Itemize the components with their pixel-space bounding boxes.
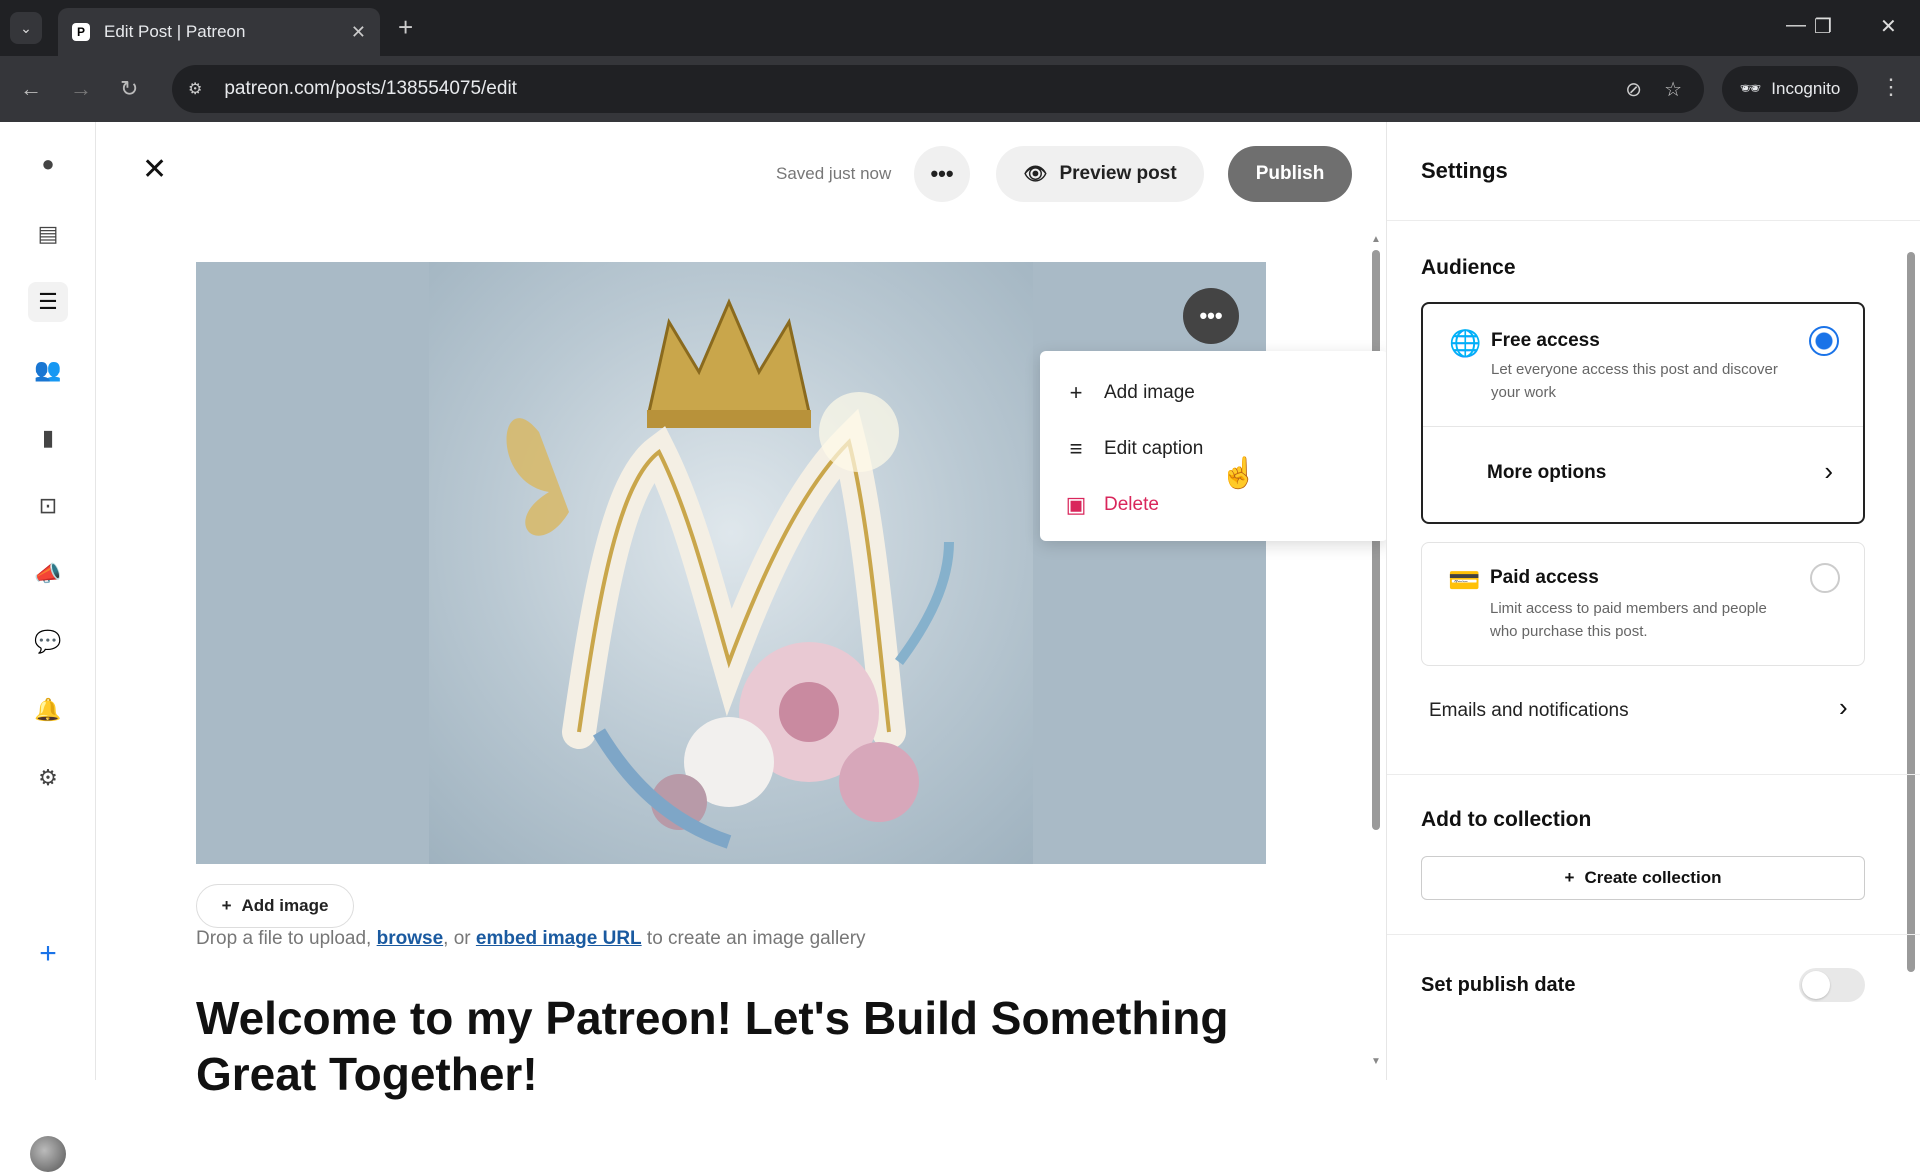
- create-collection-label: Create collection: [1584, 868, 1722, 887]
- image-delete-icon: ▣: [1065, 492, 1087, 517]
- post-title[interactable]: Welcome to my Patreon! Let's Build Somet…: [196, 990, 1296, 1102]
- posts-library-icon[interactable]: ☰: [28, 282, 68, 322]
- settings-scrollbar-thumb[interactable]: [1907, 252, 1915, 972]
- drop-text: Drop a file to upload,: [196, 928, 377, 949]
- settings-panel: Settings Audience 🌐 Free access Let ever…: [1386, 122, 1920, 1080]
- more-options-label[interactable]: More options: [1487, 462, 1606, 484]
- plus-icon: +: [221, 896, 232, 915]
- tab-close-icon[interactable]: ✕: [351, 22, 366, 43]
- app-sidebar: ● ▤ ☰ 👥 ▮ ⊡ 📣 💬 🔔 ⚙ +: [0, 122, 96, 1172]
- publish-date-toggle[interactable]: [1799, 968, 1865, 1002]
- divider: [1423, 426, 1863, 427]
- free-access-title: Free access: [1491, 330, 1600, 351]
- settings-gear-icon[interactable]: ⚙: [28, 758, 68, 798]
- close-editor-icon[interactable]: ✕: [142, 152, 167, 187]
- embed-image-url-link[interactable]: embed image URL: [476, 928, 642, 949]
- notifications-bell-icon[interactable]: 🔔: [28, 690, 68, 730]
- create-collection-button[interactable]: + Create collection: [1421, 856, 1865, 900]
- eye-off-icon[interactable]: ⊘: [1625, 77, 1642, 102]
- emails-notifications-link[interactable]: Emails and notifications: [1429, 700, 1629, 722]
- set-publish-date-label: Set publish date: [1421, 974, 1576, 996]
- drop-text: , or: [443, 928, 476, 949]
- image-context-menu: + Add image ≡ Edit caption ▣ Delete: [1040, 351, 1388, 541]
- free-access-radio[interactable]: [1809, 326, 1839, 356]
- patreon-favicon-icon: P: [72, 23, 90, 41]
- omnibox[interactable]: ⚙ patreon.com/posts/138554075/edit ⊘ ☆: [172, 65, 1704, 113]
- plus-icon: +: [1069, 380, 1083, 405]
- saved-status: Saved just now: [776, 164, 892, 183]
- reload-icon[interactable]: ↻: [120, 76, 138, 102]
- dashboard-icon[interactable]: ▤: [28, 214, 68, 254]
- image-options-button[interactable]: •••: [1183, 288, 1239, 344]
- add-image-label: Add image: [241, 896, 329, 915]
- insights-chart-icon[interactable]: ▮: [28, 418, 68, 458]
- divider: [1387, 774, 1920, 775]
- promotions-megaphone-icon[interactable]: 📣: [28, 554, 68, 594]
- url-text[interactable]: patreon.com/posts/138554075/edit: [224, 78, 1625, 100]
- paid-access-icon: 💳: [1448, 565, 1481, 595]
- menu-item-edit-caption[interactable]: ≡ Edit caption: [1040, 421, 1388, 477]
- menu-item-label: Edit caption: [1104, 438, 1204, 459]
- incognito-label: Incognito: [1771, 79, 1841, 98]
- add-to-collection-title: Add to collection: [1421, 808, 1592, 831]
- back-icon[interactable]: ←: [20, 76, 42, 102]
- browser-tab-bar: ⌄ P Edit Post | Patreon ✕ + — ❐ ✕: [0, 0, 1920, 56]
- avatar[interactable]: [30, 1136, 66, 1172]
- incognito-badge[interactable]: 🕶 Incognito: [1722, 66, 1858, 112]
- preview-label: Preview post: [1059, 163, 1177, 184]
- minimize-icon[interactable]: —: [1786, 14, 1806, 37]
- post-editor: ✕ Saved just now ••• 👁 Preview post Publ…: [96, 122, 1388, 1100]
- patreon-logo-icon[interactable]: ●: [28, 144, 68, 184]
- address-bar-row: ← → ↻ ⚙ patreon.com/posts/138554075/edit…: [0, 56, 1920, 122]
- lines-icon: ≡: [1069, 436, 1083, 461]
- browse-link[interactable]: browse: [377, 928, 444, 949]
- forward-icon[interactable]: →: [70, 76, 92, 102]
- eye-icon: 👁: [1023, 164, 1048, 185]
- menu-item-add-image[interactable]: + Add image: [1040, 365, 1388, 421]
- chats-icon[interactable]: 💬: [28, 622, 68, 662]
- menu-item-delete[interactable]: ▣ Delete: [1040, 477, 1388, 533]
- letter-m-crown-artwork: [429, 262, 1033, 864]
- upload-instructions: Drop a file to upload, browse, or embed …: [196, 928, 866, 950]
- add-image-button[interactable]: + Add image: [196, 884, 354, 928]
- drop-text: to create an image gallery: [641, 928, 866, 949]
- preview-post-button[interactable]: 👁 Preview post: [996, 146, 1204, 202]
- divider: [1387, 220, 1920, 221]
- incognito-icon: 🕶: [1739, 79, 1762, 98]
- create-plus-icon[interactable]: +: [28, 934, 68, 974]
- new-tab-button[interactable]: +: [398, 14, 413, 40]
- free-access-desc: Let everyone access this post and discov…: [1491, 361, 1778, 401]
- tab-search-dropdown[interactable]: ⌄: [10, 12, 42, 44]
- paid-access-title: Paid access: [1490, 567, 1599, 588]
- audience-icon[interactable]: 👥: [28, 350, 68, 390]
- window-close-icon[interactable]: ✕: [1880, 14, 1897, 39]
- chevron-right-icon[interactable]: ›: [1824, 456, 1833, 487]
- toggle-knob: [1802, 971, 1830, 999]
- globe-icon: 🌐: [1449, 328, 1482, 358]
- settings-title: Settings: [1421, 158, 1508, 183]
- payouts-icon[interactable]: ⊡: [28, 486, 68, 526]
- restore-icon[interactable]: ❐: [1814, 14, 1832, 39]
- chevron-right-icon[interactable]: ›: [1839, 692, 1848, 723]
- hand-cursor-icon: ☝: [1220, 457, 1258, 490]
- menu-item-label: Add image: [1104, 382, 1195, 403]
- scroll-up-arrow[interactable]: ▲: [1371, 234, 1381, 245]
- more-actions-button[interactable]: •••: [914, 146, 970, 202]
- tab-title: Edit Post | Patreon: [104, 22, 246, 41]
- divider: [1387, 934, 1920, 935]
- bookmark-star-icon[interactable]: ☆: [1664, 77, 1682, 102]
- paid-access-desc: Limit access to paid members and people …: [1490, 600, 1767, 640]
- plus-icon: +: [1564, 868, 1575, 887]
- browser-menu-icon[interactable]: ⋮: [1880, 74, 1902, 100]
- scroll-down-arrow[interactable]: ▼: [1371, 1056, 1381, 1067]
- publish-button[interactable]: Publish: [1228, 146, 1352, 202]
- free-access-option[interactable]: 🌐 Free access Let everyone access this p…: [1421, 302, 1865, 524]
- audience-title: Audience: [1421, 256, 1516, 279]
- menu-item-label: Delete: [1104, 494, 1159, 515]
- site-info-icon[interactable]: ⚙: [188, 79, 202, 99]
- paid-access-radio[interactable]: [1810, 563, 1840, 593]
- paid-access-option[interactable]: 💳 Paid access Limit access to paid membe…: [1421, 542, 1865, 666]
- browser-tab[interactable]: P Edit Post | Patreon ✕: [58, 8, 380, 56]
